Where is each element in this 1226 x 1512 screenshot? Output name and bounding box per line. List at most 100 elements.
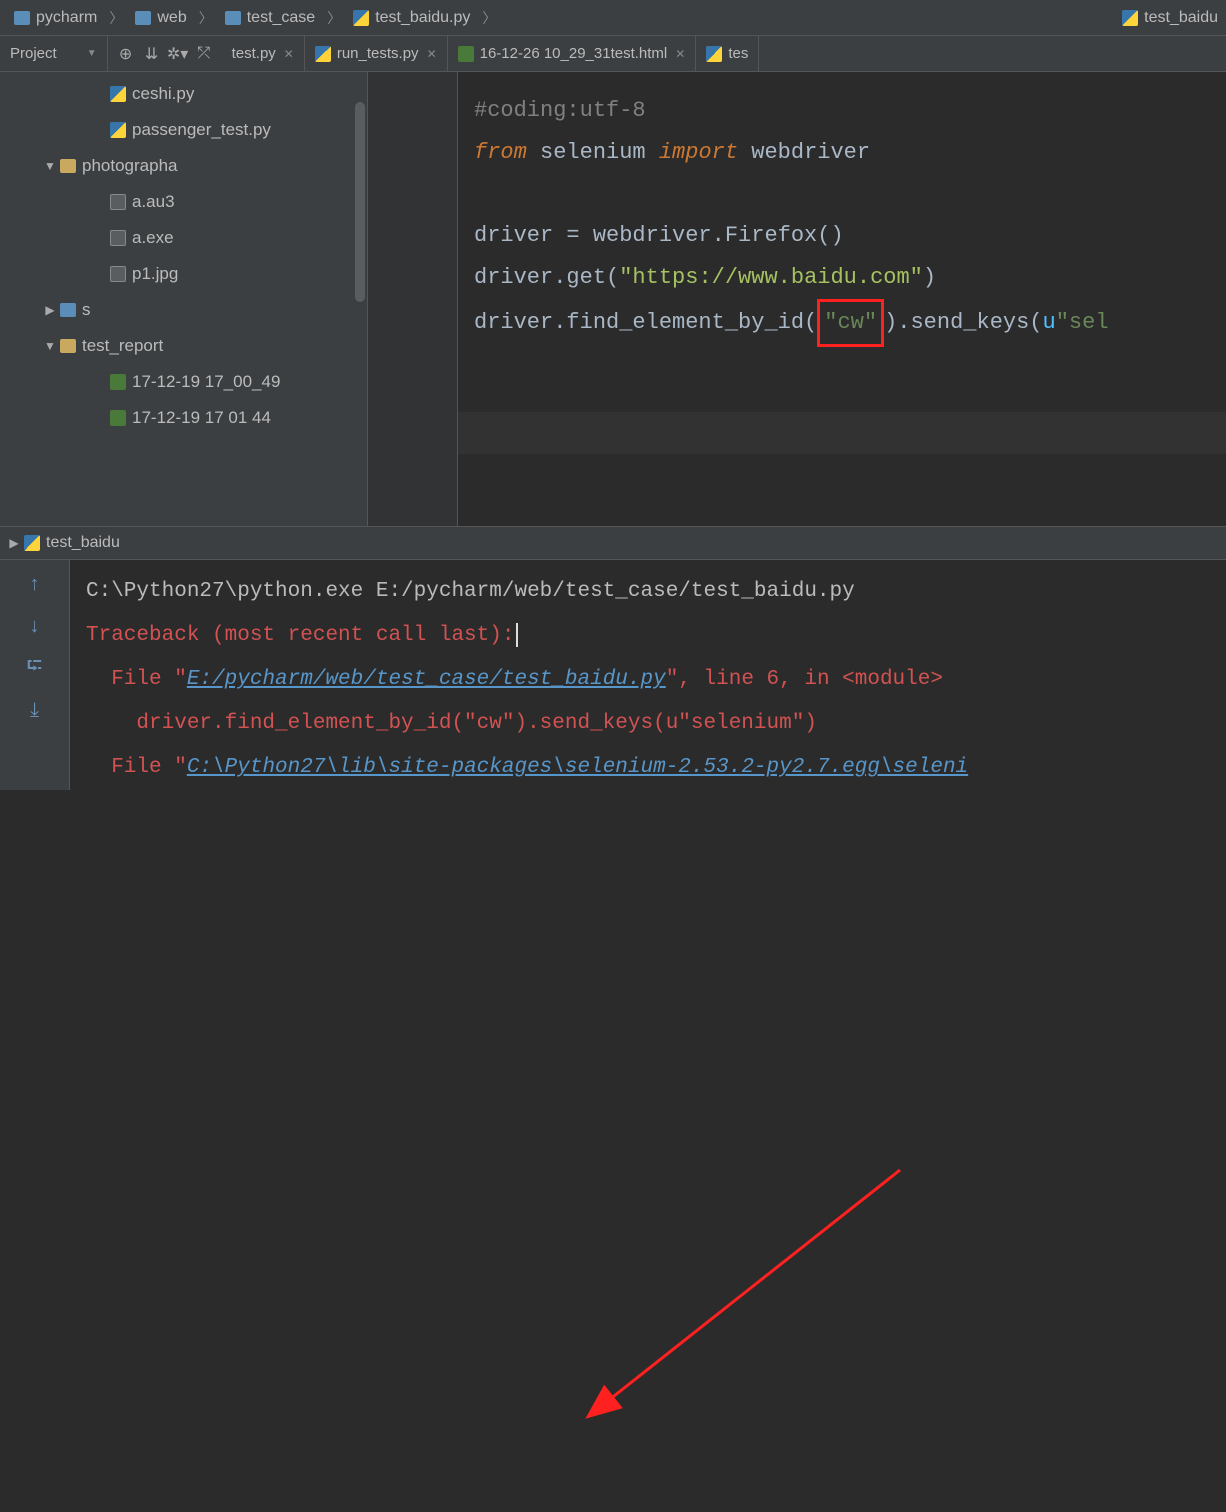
python-icon xyxy=(24,535,40,551)
tab-test[interactable]: test.py ✕ xyxy=(222,36,305,71)
chevron-down-icon: ▼ xyxy=(40,339,60,353)
code-text: driver = webdriver.Firefox() xyxy=(474,223,844,248)
close-icon[interactable]: ✕ xyxy=(427,47,437,61)
file-icon xyxy=(110,266,126,282)
folder-icon xyxy=(60,159,76,173)
tree-folder-testreport[interactable]: ▼ test_report xyxy=(0,328,367,364)
html-icon xyxy=(458,46,474,62)
html-icon xyxy=(110,374,126,390)
code-text: selenium xyxy=(527,140,659,165)
tree-label: passenger_test.py xyxy=(132,120,271,140)
code-text: webdriver xyxy=(738,140,870,165)
console-file-link[interactable]: C:\Python27\lib\site-packages\selenium-2… xyxy=(187,756,968,779)
breadcrumb-pycharm[interactable]: pycharm xyxy=(4,5,107,31)
project-label: Project xyxy=(10,45,57,62)
tree-file-ceshi[interactable]: ceshi.py xyxy=(0,76,367,112)
console-file-link[interactable]: E:/pycharm/web/test_case/test_baidu.py xyxy=(187,668,666,691)
target-icon[interactable]: ⊕ xyxy=(114,42,138,66)
run-config-selector[interactable]: test_baidu xyxy=(1122,9,1226,27)
current-line-highlight xyxy=(458,412,1226,454)
code-content[interactable]: #coding:utf-8 from selenium import webdr… xyxy=(458,72,1125,526)
folder-icon xyxy=(225,11,241,25)
html-icon xyxy=(110,410,126,426)
soft-wrap-icon[interactable]: ⮓ xyxy=(23,656,47,680)
tree-file-report2[interactable]: 17-12-19 17 01 44 xyxy=(0,400,367,436)
tree-label: 17-12-19 17 01 44 xyxy=(132,408,271,428)
tab-label: run_tests.py xyxy=(337,45,419,62)
chevron-right-icon: 〉 xyxy=(199,8,213,28)
code-text: ) xyxy=(923,265,936,290)
run-config-label: test_baidu xyxy=(1144,9,1218,27)
tree-label: a.au3 xyxy=(132,192,175,212)
code-string: "sel xyxy=(1056,310,1109,335)
code-text: driver.find_element_by_id( xyxy=(474,310,817,335)
scroll-to-end-icon[interactable]: ⤓ xyxy=(23,698,47,722)
tab-partial[interactable]: tes xyxy=(696,36,759,71)
file-icon xyxy=(110,194,126,210)
python-icon xyxy=(315,46,331,62)
code-text: driver.get( xyxy=(474,265,619,290)
code-comment: #coding:utf-8 xyxy=(474,98,646,123)
code-text: ).send_keys( xyxy=(884,310,1042,335)
close-icon[interactable]: ✕ xyxy=(675,47,685,61)
tree-file-passenger[interactable]: passenger_test.py xyxy=(0,112,367,148)
tree-file-p1jpg[interactable]: p1.jpg xyxy=(0,256,367,292)
code-string: "https://www.baidu.com" xyxy=(619,265,923,290)
tree-folder-s[interactable]: ▶s xyxy=(0,292,367,328)
gear-icon[interactable]: ✲▾ xyxy=(166,42,190,66)
editor-gutter xyxy=(368,72,458,526)
breadcrumb-web[interactable]: web xyxy=(125,5,196,31)
code-keyword: import xyxy=(659,140,738,165)
breadcrumb-label: test_baidu.py xyxy=(375,9,470,27)
project-tools: ⊕ ⇊ ✲▾ ⤱ xyxy=(107,36,222,71)
python-icon xyxy=(1122,10,1138,26)
arrow-up-icon[interactable]: ↑ xyxy=(23,572,47,596)
code-editor[interactable]: #coding:utf-8 from selenium import webdr… xyxy=(368,72,1226,526)
tree-file-report1[interactable]: 17-12-19 17_00_49 xyxy=(0,364,367,400)
tree-file-aau3[interactable]: a.au3 xyxy=(0,184,367,220)
chevron-right-icon: 〉 xyxy=(327,8,341,28)
tab-label: tes xyxy=(728,45,748,62)
annotation-arrow xyxy=(0,790,1226,1512)
tree-file-aexe[interactable]: a.exe xyxy=(0,220,367,256)
chevron-down-icon: ▼ xyxy=(87,48,97,59)
console-traceback: driver.find_element_by_id("cw").send_key… xyxy=(86,712,817,735)
tree-label: 17-12-19 17_00_49 xyxy=(132,372,280,392)
project-view-selector[interactable]: Project ▼ xyxy=(0,36,107,71)
breadcrumb-testcase[interactable]: test_case xyxy=(215,5,325,31)
tab-html-report[interactable]: 16-12-26 10_29_31test.html ✕ xyxy=(448,36,697,71)
close-icon[interactable]: ✕ xyxy=(284,47,294,61)
chevron-right-icon: 〉 xyxy=(482,8,496,28)
breadcrumb-file[interactable]: test_baidu.py xyxy=(343,5,480,31)
run-tool-header[interactable]: ▶ test_baidu xyxy=(0,526,1226,560)
chevron-down-icon: ▼ xyxy=(40,159,60,173)
scrollbar-thumb[interactable] xyxy=(355,102,365,302)
tree-folder-photographa[interactable]: ▼photographa xyxy=(0,148,367,184)
tab-label: test.py xyxy=(232,45,276,62)
python-icon xyxy=(706,46,722,62)
collapse-icon[interactable]: ⇊ xyxy=(140,42,164,66)
arrow-down-icon[interactable]: ↓ xyxy=(23,614,47,638)
tree-label: a.exe xyxy=(132,228,174,248)
folder-icon xyxy=(14,11,30,25)
tab-label: 16-12-26 10_29_31test.html xyxy=(480,45,668,62)
console-traceback: File " xyxy=(86,756,187,779)
editor-tabs: test.py ✕ run_tests.py ✕ 16-12-26 10_29_… xyxy=(222,36,1226,71)
folder-icon xyxy=(135,11,151,25)
tab-run-tests[interactable]: run_tests.py ✕ xyxy=(305,36,448,71)
project-tree[interactable]: ceshi.py passenger_test.py ▼photographa … xyxy=(0,72,368,526)
code-string: "cw" xyxy=(824,310,877,335)
tree-label: test_report xyxy=(82,336,163,356)
python-icon xyxy=(110,86,126,102)
folder-icon xyxy=(60,339,76,353)
console-traceback: Traceback (most recent call last): xyxy=(86,624,514,647)
run-config-name: test_baidu xyxy=(46,534,120,552)
error-highlight: "cw" xyxy=(817,299,884,347)
code-keyword: from xyxy=(474,140,527,165)
console-traceback: File " xyxy=(86,668,187,691)
breadcrumb: pycharm 〉 web 〉 test_case 〉 test_baidu.p… xyxy=(0,0,1226,36)
hide-icon[interactable]: ⤱ xyxy=(192,42,216,66)
file-icon xyxy=(110,230,126,246)
tree-label: p1.jpg xyxy=(132,264,178,284)
chevron-right-icon: ▶ xyxy=(40,303,60,317)
